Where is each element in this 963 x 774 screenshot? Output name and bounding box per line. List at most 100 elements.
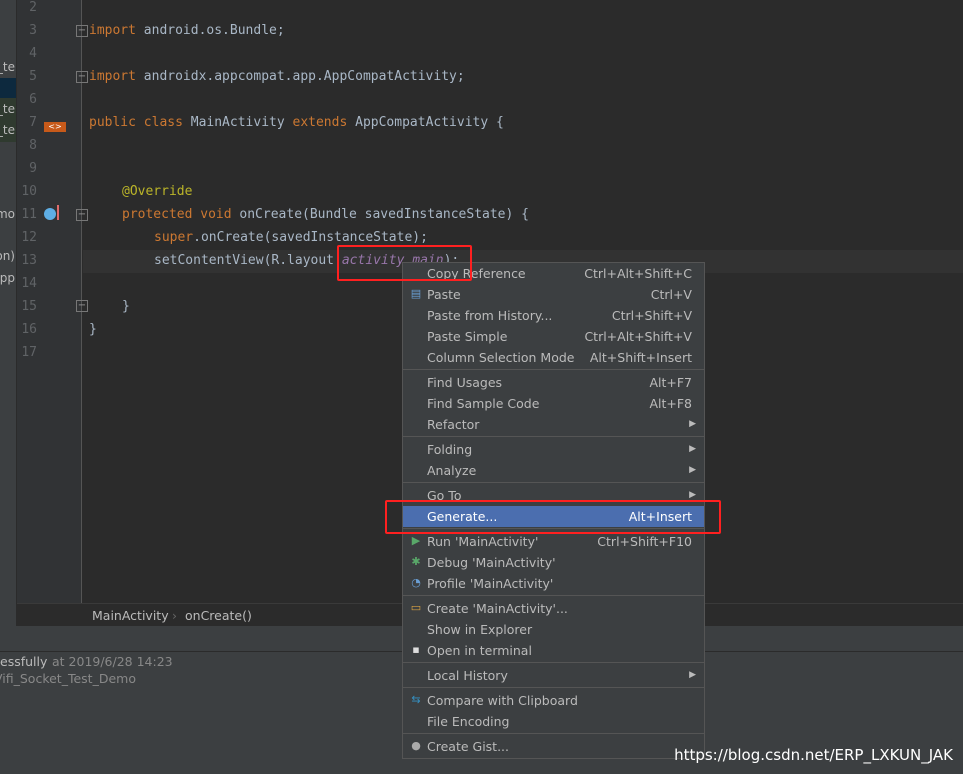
menu-item-column-selection-mode[interactable]: Column Selection Mode Alt+Shift+Insert xyxy=(403,347,704,368)
menu-item-shortcut: Ctrl+V xyxy=(650,287,692,302)
code-line-16: } xyxy=(89,322,97,337)
menu-item-file-encoding[interactable]: File Encoding xyxy=(403,711,704,732)
code-line-5: import androidx.appcompat.app.AppCompatA… xyxy=(89,69,465,84)
menu-item-label: Refactor xyxy=(427,417,480,432)
line-number: 7 xyxy=(29,115,37,130)
menu-item-label: Analyze xyxy=(427,463,477,478)
menu-item-analyze[interactable]: Analyze ▶ xyxy=(403,460,704,481)
project-item[interactable]: _te xyxy=(0,60,15,74)
project-item[interactable]: app xyxy=(0,271,15,285)
menu-separator xyxy=(403,733,704,734)
menu-item-shortcut: Alt+Shift+Insert xyxy=(589,350,692,365)
line-number: 16 xyxy=(21,322,37,337)
override-arrow-icon xyxy=(57,205,59,220)
status-time: at 2019/6/28 14:23 xyxy=(52,654,173,669)
github-icon: ● xyxy=(411,739,421,752)
menu-item-label: Paste from History... xyxy=(427,308,553,323)
fold-icon[interactable]: − xyxy=(76,300,88,312)
line-number: 6 xyxy=(29,92,37,107)
project-item[interactable]: _te xyxy=(0,102,15,116)
menu-item-refactor[interactable]: Refactor ▶ xyxy=(403,414,704,435)
menu-item-label: Create Gist... xyxy=(427,739,510,754)
menu-item-label: Debug 'MainActivity' xyxy=(427,555,556,570)
compare-icon: ⇆ xyxy=(411,693,421,706)
menu-item-open-in-terminal[interactable]: ▪ Open in terminal xyxy=(403,640,704,661)
menu-item-create-mainactivity[interactable]: ▭ Create 'MainActivity'... xyxy=(403,598,704,619)
menu-item-label: Find Usages xyxy=(427,375,503,390)
line-number: 14 xyxy=(21,276,37,291)
menu-item-debug-mainactivity[interactable]: ✱ Debug 'MainActivity' xyxy=(403,552,704,573)
submenu-arrow-icon: ▶ xyxy=(689,465,696,475)
menu-item-label: Create 'MainActivity'... xyxy=(427,601,568,616)
menu-item-show-in-explorer[interactable]: Show in Explorer xyxy=(403,619,704,640)
fold-icon[interactable]: − xyxy=(76,71,88,83)
menu-separator xyxy=(403,369,704,370)
menu-item-create-gist[interactable]: ● Create Gist... xyxy=(403,736,704,757)
breadcrumb-class[interactable]: MainActivity xyxy=(92,608,169,623)
menu-item-label: Run 'MainActivity' xyxy=(427,534,539,549)
menu-item-find-sample-code[interactable]: Find Sample Code Alt+F8 xyxy=(403,393,704,414)
line-number: 13 xyxy=(21,253,37,268)
menu-item-label: Paste xyxy=(427,287,461,302)
fold-icon[interactable]: − xyxy=(76,25,88,37)
menu-separator xyxy=(403,662,704,663)
watermark: https://blog.csdn.net/ERP_LXKUN_JAK xyxy=(674,746,953,764)
profile-icon: ◔ xyxy=(411,576,421,589)
debug-icon: ✱ xyxy=(411,555,421,568)
code-line-11: protected void onCreate(Bundle savedInst… xyxy=(122,207,529,222)
submenu-arrow-icon: ▶ xyxy=(689,419,696,429)
menu-item-shortcut: Ctrl+Shift+F10 xyxy=(597,534,692,549)
menu-item-label: Open in terminal xyxy=(427,643,532,658)
line-number: 3 xyxy=(29,23,37,38)
fold-icon[interactable]: − xyxy=(76,209,88,221)
project-link[interactable]: Vifi_Socket_Test_Demo xyxy=(0,671,136,686)
menu-item-shortcut: Ctrl+Alt+Shift+C xyxy=(584,266,692,281)
code-line-7: public class MainActivity extends AppCom… xyxy=(89,115,504,130)
submenu-arrow-icon: ▶ xyxy=(689,444,696,454)
code-line-3: import android.os.Bundle; xyxy=(89,23,285,38)
menu-item-compare-with-clipboard[interactable]: ⇆ Compare with Clipboard xyxy=(403,690,704,711)
line-number: 2 xyxy=(29,0,37,15)
menu-item-shortcut: Alt+F8 xyxy=(649,396,692,411)
line-number: 9 xyxy=(29,161,37,176)
menu-item-paste-simple[interactable]: Paste Simple Ctrl+Alt+Shift+V xyxy=(403,326,704,347)
menu-item-label: File Encoding xyxy=(427,714,510,729)
breadcrumb-separator: › xyxy=(172,608,177,623)
menu-item-label: Local History xyxy=(427,668,508,683)
override-method-icon[interactable] xyxy=(44,208,56,220)
menu-item-local-history[interactable]: Local History ▶ xyxy=(403,665,704,686)
create-config-icon: ▭ xyxy=(410,601,422,614)
line-number: 10 xyxy=(21,184,37,199)
line-number: 5 xyxy=(29,69,37,84)
code-line-15: } xyxy=(122,299,130,314)
status-text: essfully xyxy=(0,654,48,669)
breadcrumb-method[interactable]: onCreate() xyxy=(185,608,252,623)
project-item[interactable]: emo xyxy=(0,207,15,221)
line-number: 17 xyxy=(21,345,37,360)
menu-item-find-usages[interactable]: Find Usages Alt+F7 xyxy=(403,372,704,393)
line-number: 4 xyxy=(29,46,37,61)
menu-separator xyxy=(403,436,704,437)
menu-item-label: Profile 'MainActivity' xyxy=(427,576,554,591)
highlight-box-generate xyxy=(385,500,721,534)
line-number: 12 xyxy=(21,230,37,245)
menu-item-folding[interactable]: Folding ▶ xyxy=(403,439,704,460)
project-item[interactable]: _te xyxy=(0,123,15,137)
menu-item-shortcut: Alt+F7 xyxy=(649,375,692,390)
run-icon: ▶ xyxy=(411,534,421,547)
menu-item-shortcut: Ctrl+Shift+V xyxy=(611,308,692,323)
menu-item-label: Paste Simple xyxy=(427,329,508,344)
highlight-box-activity-main xyxy=(337,245,472,281)
menu-item-label: Find Sample Code xyxy=(427,396,540,411)
menu-item-paste[interactable]: ▤ Paste Ctrl+V xyxy=(403,284,704,305)
menu-item-profile-mainactivity[interactable]: ◔ Profile 'MainActivity' xyxy=(403,573,704,594)
line-number: 15 xyxy=(21,299,37,314)
menu-separator xyxy=(403,687,704,688)
layout-file-icon[interactable]: <> xyxy=(44,122,66,132)
menu-item-paste-from-history[interactable]: Paste from History... Ctrl+Shift+V xyxy=(403,305,704,326)
project-item[interactable]: on) xyxy=(0,249,15,263)
terminal-icon: ▪ xyxy=(412,643,420,656)
menu-separator xyxy=(403,595,704,596)
menu-item-run-mainactivity[interactable]: ▶ Run 'MainActivity' Ctrl+Shift+F10 xyxy=(403,531,704,552)
line-number: 8 xyxy=(29,138,37,153)
